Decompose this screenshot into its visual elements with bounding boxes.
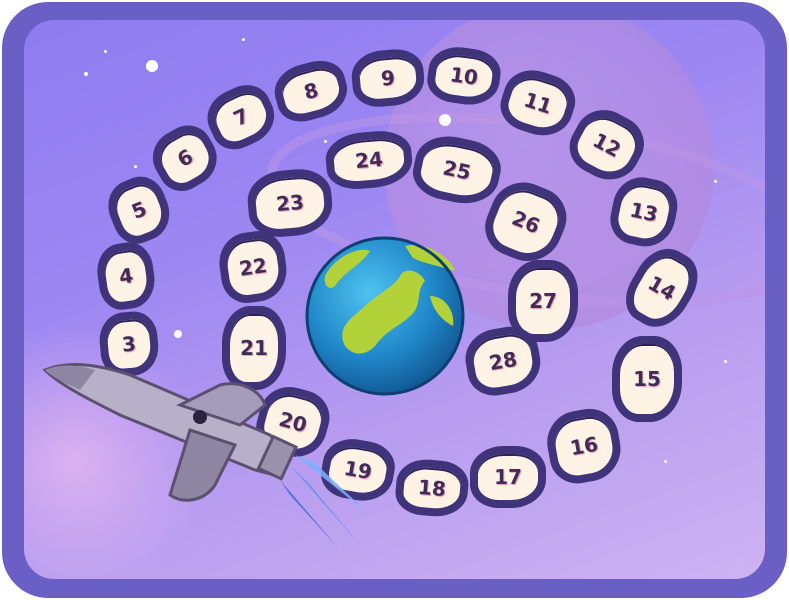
board-space-number: 22 [237,253,269,281]
board-space-number: 8 [301,77,321,105]
board-space-number: 11 [521,87,555,119]
board-space-number: 10 [448,62,480,90]
board-space-number: 12 [589,127,625,163]
board-space-number: 13 [627,197,661,227]
star [724,360,727,363]
star [104,50,107,53]
board-space[interactable]: 17 [470,446,546,508]
board-space-number: 14 [643,270,681,306]
star [664,460,667,463]
board-space-number: 26 [508,205,544,239]
board-space-number: 9 [380,65,396,91]
star [84,72,88,76]
board-space-number: 23 [275,189,305,217]
board-space-number: 7 [229,103,253,131]
board-space[interactable]: 15 [612,336,682,422]
board-space-number: 16 [568,431,600,461]
board-space-number: 6 [172,144,198,172]
star [146,60,158,72]
board-space-number: 24 [354,146,384,174]
star [242,38,245,41]
board-space-number: 15 [633,367,661,391]
star [439,114,451,126]
board-space-number: 25 [440,155,474,185]
star [714,180,717,183]
star [134,165,137,168]
star [324,140,327,143]
rocket-icon[interactable] [40,345,370,555]
game-board: 3 4 5 6 7 8 9 10 11 12 13 14 15 16 17 18 19 20 21 22 23 24 25 2… [0,0,789,600]
board-space-number: 17 [494,465,522,489]
board-space-number: 27 [529,289,557,313]
board-space-number: 28 [487,346,519,376]
star [174,330,182,338]
board-space-number: 4 [117,263,135,289]
board-space-number: 5 [128,196,150,224]
board-space-number: 18 [417,474,447,502]
